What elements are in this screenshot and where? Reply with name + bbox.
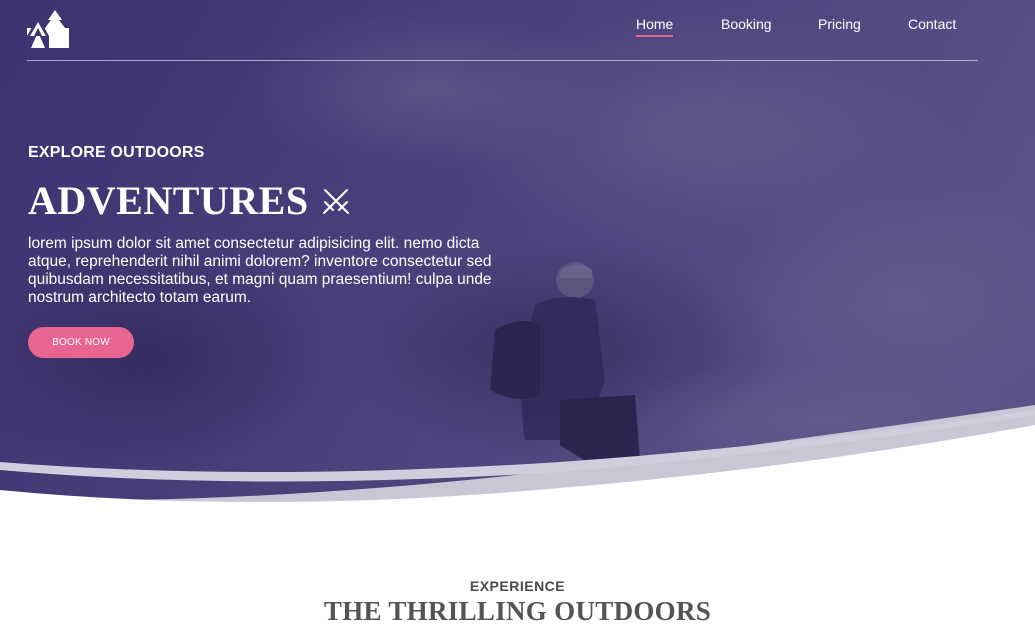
nav-link-pricing[interactable]: Pricing	[818, 16, 861, 32]
nav-link-contact[interactable]: Contact	[908, 16, 956, 32]
section-eyebrow: EXPERIENCE	[469, 578, 566, 594]
hero-body-text: lorem ipsum dolor sit amet consectetur a…	[28, 235, 492, 306]
section-title: THE THRILLING OUTDOORS	[323, 596, 712, 626]
nav-link-booking[interactable]: Booking	[721, 16, 772, 32]
hero-eyebrow: EXPLORE OUTDOORS	[28, 144, 205, 161]
nav-divider	[27, 60, 978, 61]
book-now-button[interactable]: BOOK NOW	[28, 327, 134, 358]
crossed-swords-icon	[322, 189, 349, 214]
nav-link-home[interactable]: Home	[636, 16, 674, 37]
hero-headline-text: ADVENTURES	[28, 178, 309, 223]
main-nav: Home Booking Pricing Contact	[0, 16, 1035, 40]
hero-headline: ADVENTURES	[28, 179, 351, 223]
hero-section: Home Booking Pricing Contact EXPLORE OUT…	[0, 0, 1035, 560]
